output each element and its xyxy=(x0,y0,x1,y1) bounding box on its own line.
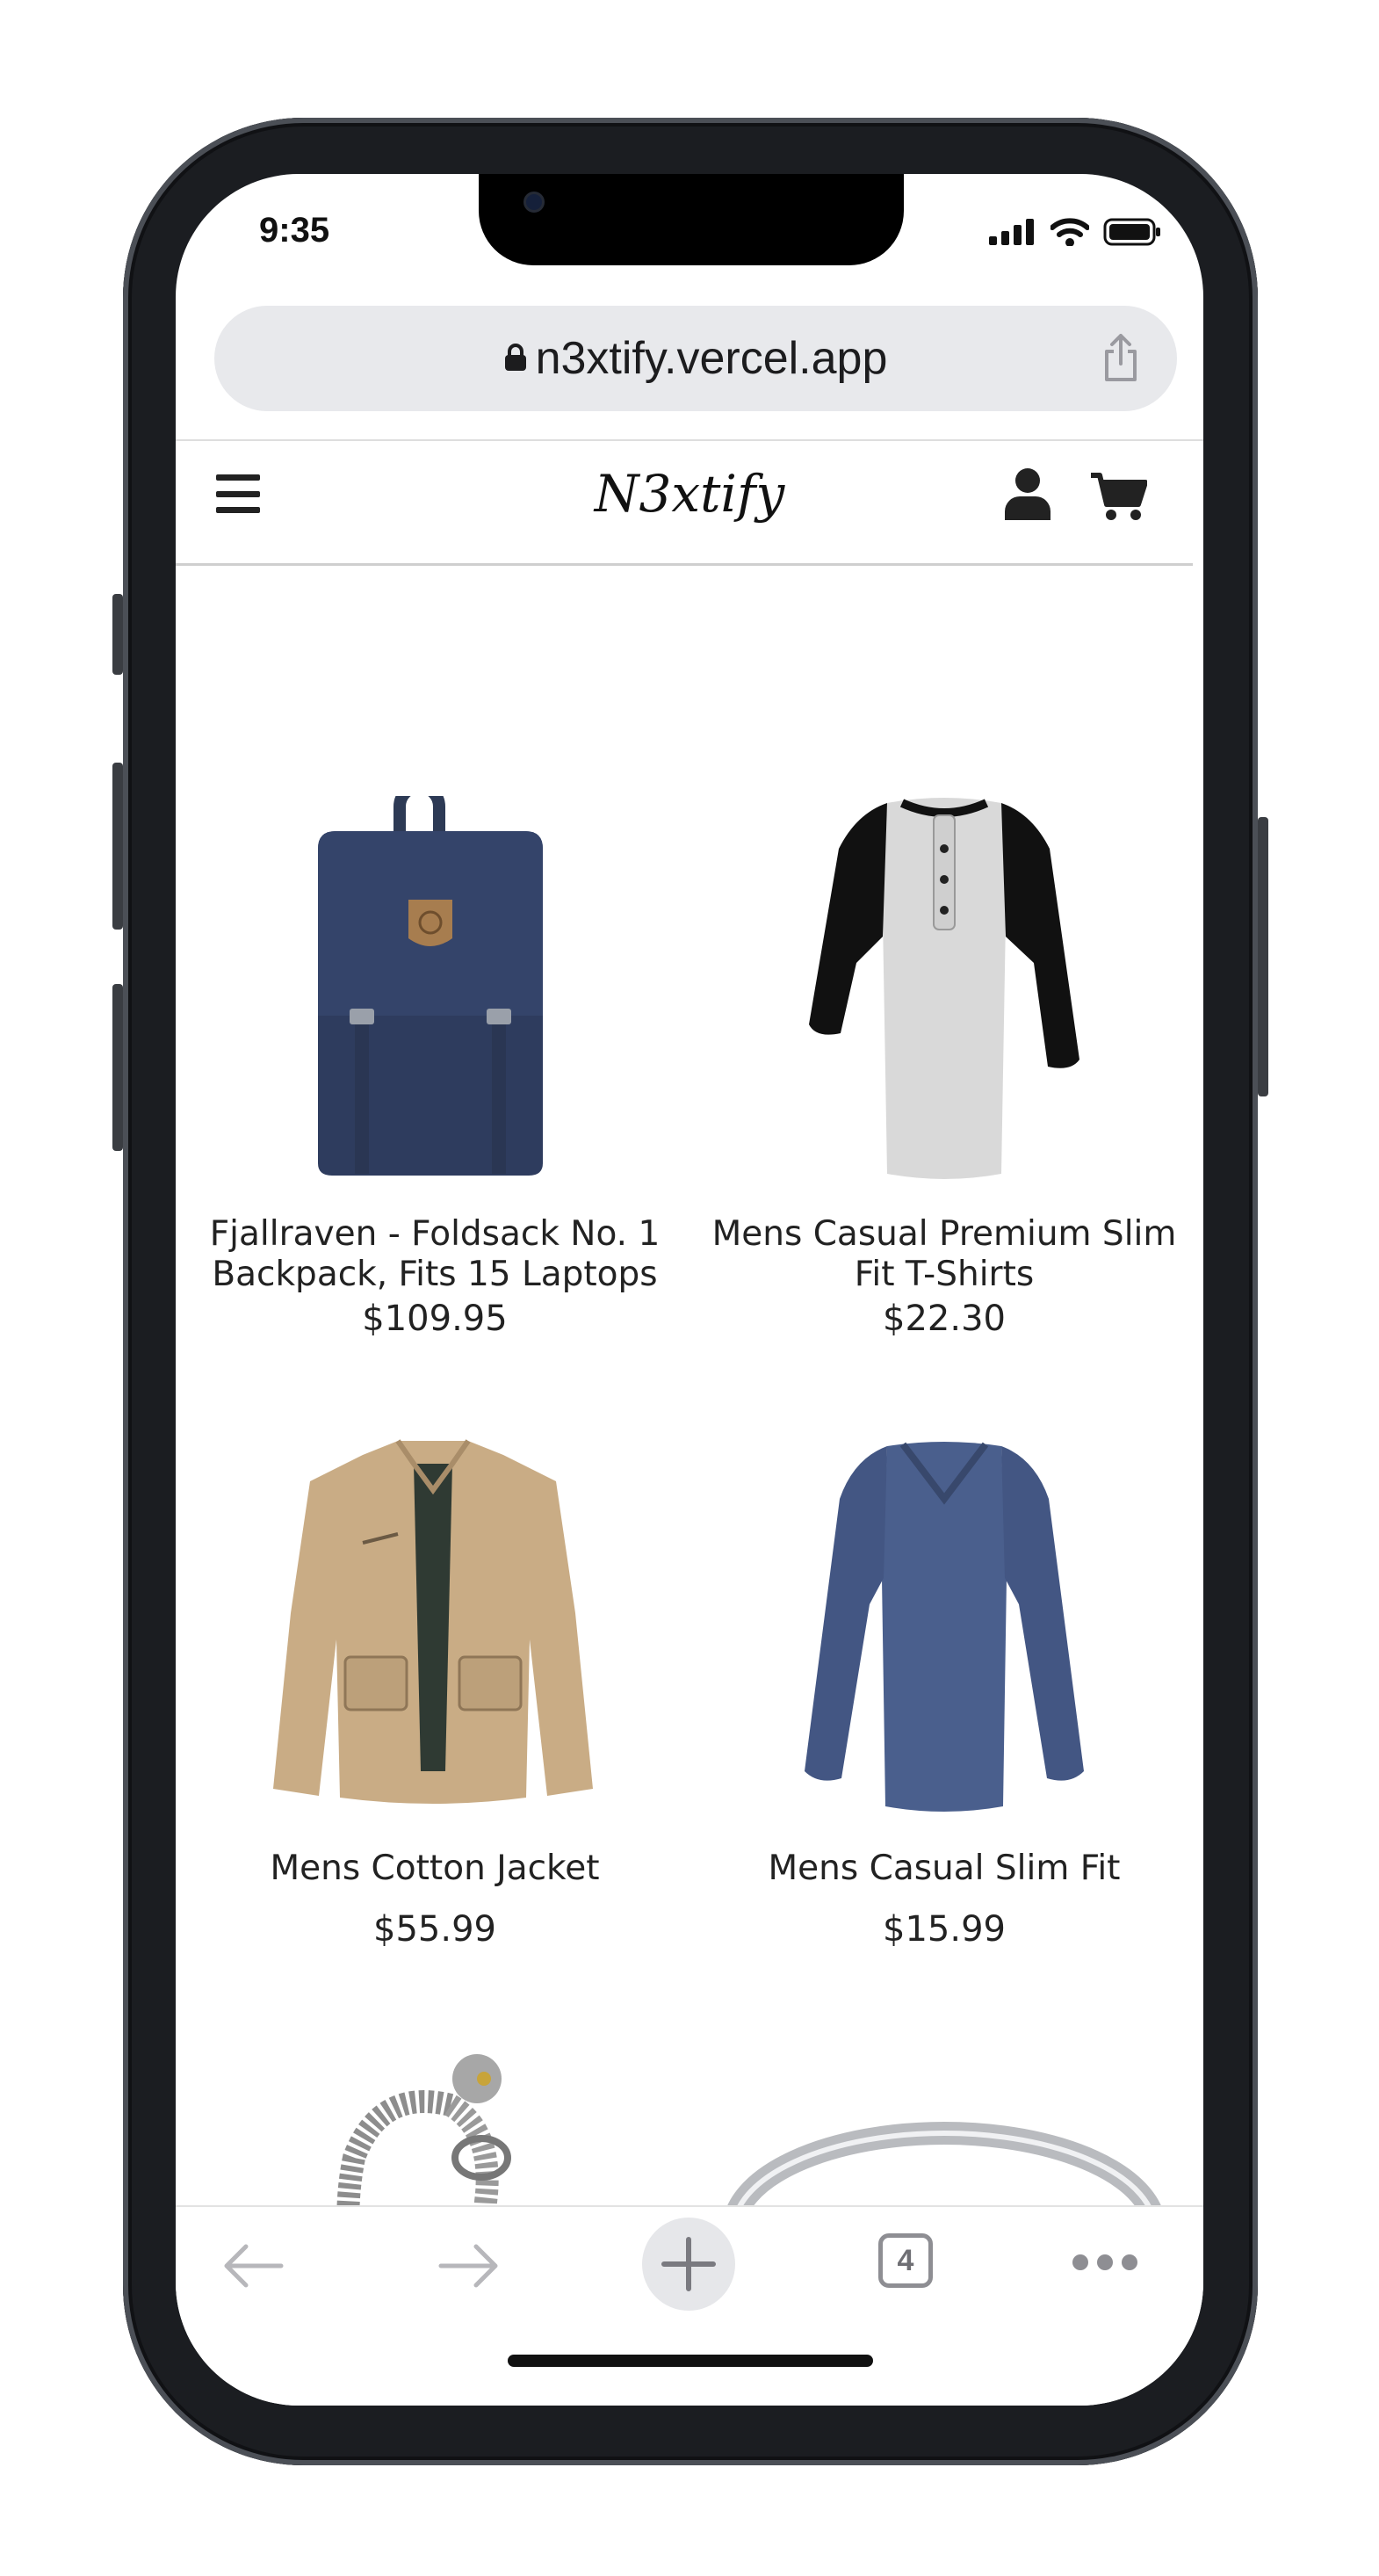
back-arrow-icon[interactable] xyxy=(221,2244,285,2288)
signal-icon xyxy=(989,219,1034,245)
url-text: n3xtify.vercel.app xyxy=(535,333,888,384)
status-time: 9:35 xyxy=(259,211,330,250)
product-title[interactable]: Mens Casual Premium Slim Fit T-Shirts xyxy=(690,1214,1199,1295)
cart-icon[interactable] xyxy=(1089,471,1147,522)
product-title[interactable]: Mens Cotton Jacket xyxy=(180,1849,690,1889)
power-button xyxy=(1258,817,1268,1096)
product-price: $22.30 xyxy=(883,1299,1006,1339)
product-price: $15.99 xyxy=(883,1909,1006,1950)
plus-icon xyxy=(661,2237,716,2291)
silent-switch xyxy=(112,594,123,675)
forward-arrow-icon[interactable] xyxy=(437,2244,501,2288)
product-price: $55.99 xyxy=(373,1909,496,1950)
product-title[interactable]: Mens Casual Slim Fit xyxy=(690,1849,1199,1889)
battery-icon xyxy=(1103,218,1160,246)
phone-screen: 9:35 n3xtify.vercel.app N3xtify Fjallrav… xyxy=(176,174,1203,2406)
wifi-icon xyxy=(1050,218,1089,246)
product-image-raglan-shirt[interactable] xyxy=(804,796,1085,1183)
header-divider xyxy=(176,563,1193,566)
product-price: $109.95 xyxy=(362,1299,508,1339)
tabs-icon[interactable]: 4 xyxy=(878,2233,933,2288)
product-title[interactable]: Fjallraven - Foldsack No. 1 Backpack, Fi… xyxy=(180,1214,690,1295)
browser-toolbar: 4 xyxy=(176,2205,1203,2406)
notch xyxy=(479,174,904,265)
new-tab-button[interactable] xyxy=(642,2218,735,2311)
url-display[interactable]: n3xtify.vercel.app xyxy=(214,306,1177,411)
share-icon[interactable] xyxy=(1101,332,1140,383)
browser-divider xyxy=(176,439,1203,441)
front-camera xyxy=(523,192,545,213)
volume-up-button xyxy=(112,763,123,930)
home-indicator[interactable] xyxy=(508,2355,873,2367)
volume-down-button xyxy=(112,984,123,1151)
address-bar[interactable]: n3xtify.vercel.app xyxy=(214,306,1177,411)
lock-icon xyxy=(504,344,526,372)
product-image-jacket[interactable] xyxy=(266,1437,600,1806)
product-image-backpack[interactable] xyxy=(299,796,562,1183)
more-icon[interactable] xyxy=(1072,2253,1138,2272)
user-icon[interactable] xyxy=(1004,467,1051,520)
status-icons xyxy=(989,216,1161,248)
product-image-long-sleeve-shirt[interactable] xyxy=(799,1437,1089,1815)
